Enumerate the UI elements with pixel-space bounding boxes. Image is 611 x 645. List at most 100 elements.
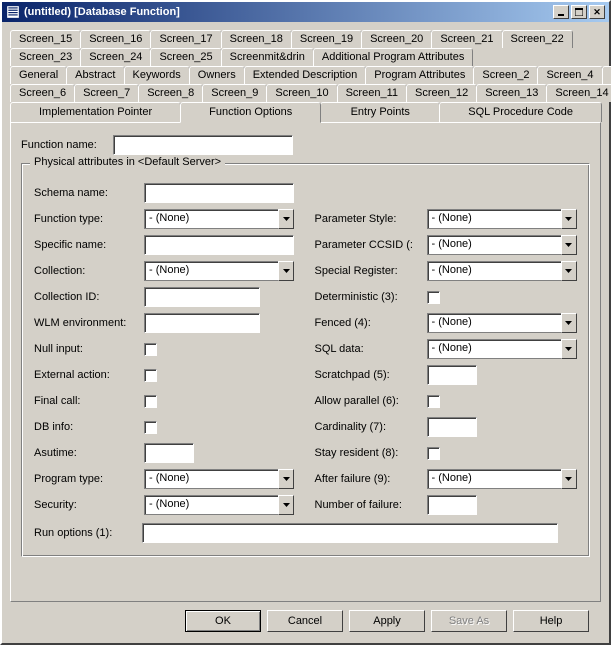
title-bar: (untitled) [Database Function] ✕ [2, 2, 609, 22]
program-type-select[interactable]: - (None) [144, 469, 294, 489]
chevron-down-icon [561, 261, 577, 281]
wlm-env-label: WLM environment: [34, 317, 144, 329]
function-type-select[interactable]: - (None) [144, 209, 294, 229]
asutime-input[interactable] [144, 443, 194, 463]
app-icon [6, 6, 20, 18]
fenced-select[interactable]: - (None) [427, 313, 577, 333]
run-options-label: Run options (1): [34, 527, 142, 539]
tab-program-attributes[interactable]: Program Attributes [365, 66, 474, 84]
tab-strip: Screen_15Screen_16Screen_17Screen_18Scre… [10, 30, 601, 122]
schema-name-input[interactable] [144, 183, 294, 203]
tab-general[interactable]: General [10, 66, 67, 84]
allow-parallel-checkbox[interactable] [427, 395, 440, 408]
stay-resident-checkbox[interactable] [427, 447, 440, 460]
chevron-down-icon [278, 495, 294, 515]
program-type-label: Program type: [34, 473, 144, 485]
scratchpad-input[interactable] [427, 365, 477, 385]
special-register-select[interactable]: - (None) [427, 261, 577, 281]
maximize-button[interactable] [571, 5, 587, 19]
ok-button[interactable]: OK [185, 610, 261, 632]
tab-scren-5[interactable]: Scren_5 [602, 66, 611, 84]
tab-screen-22[interactable]: Screen_22 [502, 30, 573, 48]
tab-screen-6[interactable]: Screen_6 [10, 84, 75, 102]
external-action-label: External action: [34, 369, 144, 381]
minimize-button[interactable] [553, 5, 569, 19]
after-failure-label: After failure (9): [315, 473, 427, 485]
security-label: Security: [34, 499, 144, 511]
tab-sql-procedure-code[interactable]: SQL Procedure Code [439, 102, 602, 122]
tab-entry-points[interactable]: Entry Points [320, 102, 440, 122]
sql-data-label: SQL data: [315, 343, 427, 355]
collection-label: Collection: [34, 265, 144, 277]
tab-screen-20[interactable]: Screen_20 [361, 30, 432, 48]
deterministic-label: Deterministic (3): [315, 291, 427, 303]
tab-screen-2[interactable]: Screen_2 [473, 66, 538, 84]
after-failure-select[interactable]: - (None) [427, 469, 577, 489]
deterministic-checkbox[interactable] [427, 291, 440, 304]
specific-name-input[interactable] [144, 235, 294, 255]
function-name-input[interactable] [113, 135, 293, 155]
tab-screen-17[interactable]: Screen_17 [150, 30, 221, 48]
tab-screen-13[interactable]: Screen_13 [476, 84, 547, 102]
db-info-checkbox[interactable] [144, 421, 157, 434]
close-button[interactable]: ✕ [589, 5, 605, 19]
parameter-ccsid-label: Parameter CCSID (: [315, 239, 427, 251]
tab-screen-21[interactable]: Screen_21 [431, 30, 502, 48]
chevron-down-icon [561, 313, 577, 333]
tab-screen-7[interactable]: Screen_7 [74, 84, 139, 102]
tab-screen-4[interactable]: Screen_4 [537, 66, 602, 84]
tab-screen-10[interactable]: Screen_10 [266, 84, 337, 102]
parameter-style-label: Parameter Style: [315, 213, 427, 225]
tab-function-options[interactable]: Function Options [180, 102, 321, 123]
cancel-button[interactable]: Cancel [267, 610, 343, 632]
help-button[interactable]: Help [513, 610, 589, 632]
tab-screen-18[interactable]: Screen_18 [221, 30, 292, 48]
security-select[interactable]: - (None) [144, 495, 294, 515]
save-as-button[interactable]: Save As [431, 610, 507, 632]
tab-keywords[interactable]: Keywords [124, 66, 190, 84]
tab-screen-9[interactable]: Screen_9 [202, 84, 267, 102]
run-options-input[interactable] [142, 523, 558, 543]
external-action-checkbox[interactable] [144, 369, 157, 382]
wlm-env-input[interactable] [144, 313, 260, 333]
collection-select[interactable]: - (None) [144, 261, 294, 281]
cardinality-input[interactable] [427, 417, 477, 437]
null-input-checkbox[interactable] [144, 343, 157, 356]
allow-parallel-label: Allow parallel (6): [315, 395, 427, 407]
function-type-label: Function type: [34, 213, 144, 225]
tab-owners[interactable]: Owners [189, 66, 245, 84]
apply-button[interactable]: Apply [349, 610, 425, 632]
number-of-failure-input[interactable] [427, 495, 477, 515]
sql-data-select[interactable]: - (None) [427, 339, 577, 359]
parameter-style-select[interactable]: - (None) [427, 209, 577, 229]
parameter-ccsid-select[interactable]: - (None) [427, 235, 577, 255]
tab-additional-program-attributes[interactable]: Additional Program Attributes [313, 48, 473, 66]
function-name-label: Function name: [21, 139, 113, 151]
chevron-down-icon [278, 209, 294, 229]
physical-attributes-group: Physical attributes in <Default Server> … [21, 163, 590, 557]
tab-screenmit-drin[interactable]: Screenmit&drin [221, 48, 314, 66]
tab-screen-11[interactable]: Screen_11 [337, 84, 407, 102]
tab-screen-16[interactable]: Screen_16 [80, 30, 151, 48]
tab-extended-description[interactable]: Extended Description [244, 66, 367, 84]
tab-screen-8[interactable]: Screen_8 [138, 84, 203, 102]
client-area: Screen_15Screen_16Screen_17Screen_18Scre… [2, 22, 609, 640]
fenced-label: Fenced (4): [315, 317, 427, 329]
tab-implementation-pointer[interactable]: Implementation Pointer [10, 102, 181, 122]
final-call-checkbox[interactable] [144, 395, 157, 408]
tab-screen-12[interactable]: Screen_12 [406, 84, 477, 102]
cardinality-label: Cardinality (7): [315, 421, 427, 433]
null-input-label: Null input: [34, 343, 144, 355]
tab-screen-25[interactable]: Screen_25 [150, 48, 221, 66]
scratchpad-label: Scratchpad (5): [315, 369, 427, 381]
tab-screen-24[interactable]: Screen_24 [80, 48, 151, 66]
tab-abstract[interactable]: Abstract [66, 66, 124, 84]
asutime-label: Asutime: [34, 447, 144, 459]
tab-screen-14[interactable]: Screen_14 [546, 84, 611, 102]
specific-name-label: Specific name: [34, 239, 144, 251]
stay-resident-label: Stay resident (8): [315, 447, 427, 459]
tab-screen-23[interactable]: Screen_23 [10, 48, 81, 66]
tab-screen-15[interactable]: Screen_15 [10, 30, 81, 48]
collection-id-input[interactable] [144, 287, 260, 307]
tab-screen-19[interactable]: Screen_19 [291, 30, 362, 48]
